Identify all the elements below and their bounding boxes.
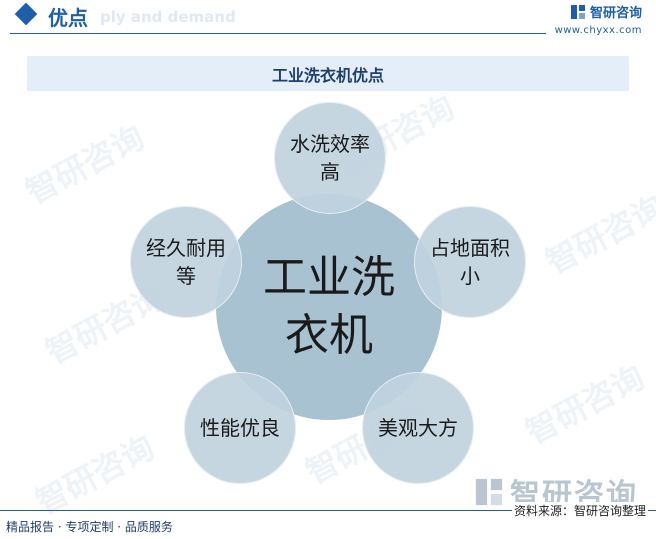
advantage-label: 水洗效率高: [290, 132, 370, 184]
advantage-circle: 水洗效率高: [274, 102, 386, 214]
footer-tagline: 精品报告 · 专项定制 · 品质服务: [6, 520, 173, 534]
advantage-label: 美观大方: [378, 416, 458, 440]
center-label: 工业洗衣机: [263, 252, 395, 361]
advantage-label: 占地面积小: [430, 236, 510, 288]
advantage-circle: 经久耐用等: [130, 206, 242, 318]
advantage-circle: 性能优良: [184, 372, 296, 484]
advantage-label: 经久耐用等: [146, 236, 226, 288]
brand-logo-icon: [475, 478, 503, 506]
source-note: 资料来源：智研咨询整理: [511, 502, 648, 519]
advantages-diagram: 工业洗衣机 水洗效率高 占地面积小 美观大方 性能优良 经久耐用等: [0, 0, 656, 539]
advantage-circle: 占地面积小: [414, 206, 526, 318]
advantage-circle: 美观大方: [362, 372, 474, 484]
advantage-label: 性能优良: [200, 416, 280, 440]
